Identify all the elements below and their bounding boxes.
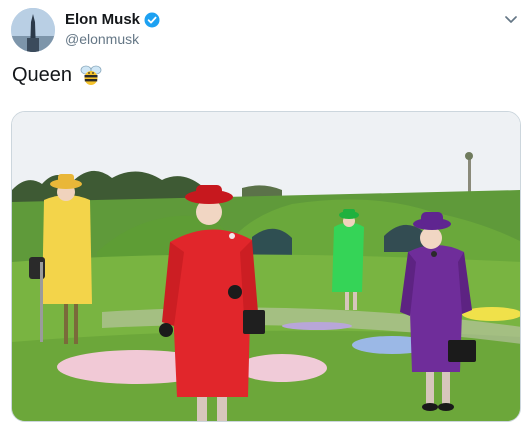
avatar[interactable]	[11, 8, 55, 52]
author-name-row: Elon Musk	[65, 11, 160, 28]
verified-badge-icon	[144, 12, 160, 28]
bee-emoji-icon	[79, 63, 103, 87]
display-name[interactable]: Elon Musk	[65, 11, 140, 28]
tweet-text: Queen	[12, 63, 103, 87]
tweet-body: Queen	[12, 63, 73, 86]
author-handle[interactable]: @elonmusk	[65, 31, 139, 47]
tweet-media-photo[interactable]	[11, 111, 521, 422]
chevron-down-icon[interactable]	[502, 10, 520, 28]
